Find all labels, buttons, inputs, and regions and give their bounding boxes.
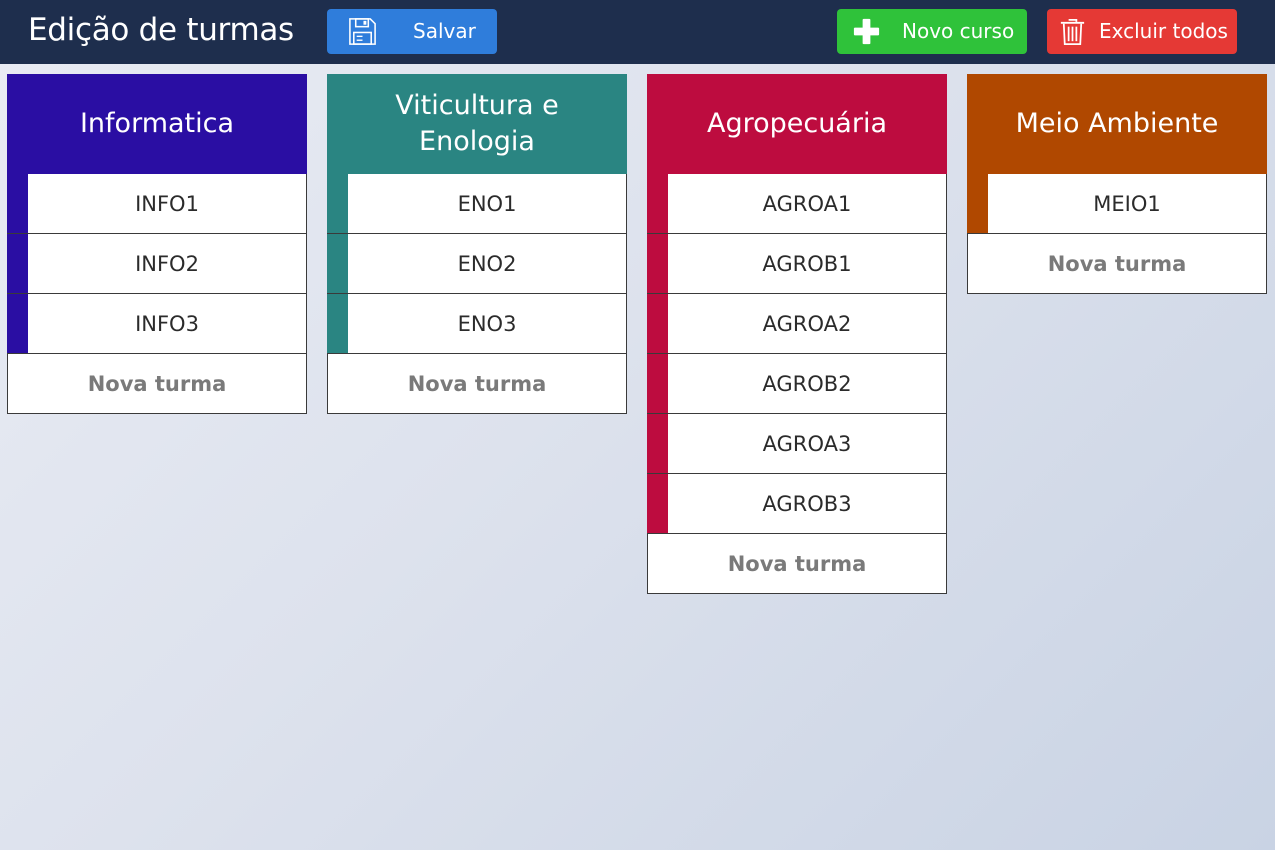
color-stripe [327, 174, 348, 233]
class-label: AGROB3 [762, 491, 852, 516]
class-item[interactable]: ENO2 [327, 234, 627, 294]
color-stripe [7, 234, 28, 293]
color-stripe [647, 174, 668, 233]
new-class-label: Nova turma [1047, 251, 1187, 276]
new-course-button[interactable]: Novo curso [837, 9, 1027, 54]
course-title[interactable]: Informatica [7, 74, 307, 174]
new-class-label: Nova turma [87, 371, 227, 396]
color-stripe [327, 294, 348, 353]
course-title[interactable]: Meio Ambiente [967, 74, 1267, 174]
course-title[interactable]: Viticultura e Enologia [327, 74, 627, 174]
save-button[interactable]: Salvar [327, 9, 497, 54]
save-icon [349, 18, 376, 45]
delete-all-button[interactable]: Excluir todos [1047, 9, 1237, 54]
class-label: AGROA2 [762, 311, 852, 336]
class-label: ENO1 [457, 191, 517, 216]
class-item[interactable]: INFO3 [7, 294, 307, 354]
class-label: AGROA1 [762, 191, 852, 216]
course-title[interactable]: Agropecuária [647, 74, 947, 174]
new-class-button[interactable]: Nova turma [647, 534, 947, 594]
course-column: Meio Ambiente MEIO1 Nova turma [967, 74, 1267, 294]
class-label: INFO3 [135, 311, 199, 336]
plus-icon [853, 18, 880, 45]
course-column: Viticultura e Enologia ENO1 ENO2 ENO3 Nova t… [327, 74, 627, 414]
color-stripe [967, 174, 988, 233]
class-label: AGROB2 [762, 371, 852, 396]
class-item[interactable]: AGROB2 [647, 354, 947, 414]
class-item[interactable]: AGROA2 [647, 294, 947, 354]
color-stripe [647, 354, 668, 413]
color-stripe [7, 174, 28, 233]
class-item[interactable]: INFO2 [7, 234, 307, 294]
class-item[interactable]: AGROA3 [647, 414, 947, 474]
class-item[interactable]: AGROB1 [647, 234, 947, 294]
new-class-label: Nova turma [727, 551, 867, 576]
class-label: AGROA3 [762, 431, 852, 456]
new-class-button[interactable]: Nova turma [7, 354, 307, 414]
top-bar: Edição de turmas Salvar Novo curso Exclu… [0, 0, 1275, 64]
color-stripe [647, 234, 668, 293]
color-stripe [7, 294, 28, 353]
class-label: ENO3 [457, 311, 517, 336]
class-item[interactable]: ENO3 [327, 294, 627, 354]
course-column: Agropecuária AGROA1 AGROB1 AGROA2 AGROB2 AGRO… [647, 74, 947, 594]
new-class-label: Nova turma [407, 371, 547, 396]
class-item[interactable]: INFO1 [7, 174, 307, 234]
class-label: INFO2 [135, 251, 199, 276]
class-item[interactable]: ENO1 [327, 174, 627, 234]
color-stripe [647, 414, 668, 473]
class-label: INFO1 [135, 191, 199, 216]
class-label: AGROB1 [762, 251, 852, 276]
class-label: ENO2 [457, 251, 517, 276]
new-class-button[interactable]: Nova turma [327, 354, 627, 414]
class-item[interactable]: MEIO1 [967, 174, 1267, 234]
class-item[interactable]: AGROB3 [647, 474, 947, 534]
new-class-button[interactable]: Nova turma [967, 234, 1267, 294]
class-label: MEIO1 [1093, 191, 1161, 216]
color-stripe [327, 234, 348, 293]
color-stripe [647, 474, 668, 533]
class-item[interactable]: AGROA1 [647, 174, 947, 234]
course-column: Informatica INFO1 INFO2 INFO3 Nova turma [7, 74, 307, 414]
new-course-label: Novo curso [902, 19, 1015, 43]
delete-all-label: Excluir todos [1099, 19, 1228, 43]
trash-icon [1060, 19, 1085, 45]
page-title: Edição de turmas [28, 12, 294, 48]
color-stripe [647, 294, 668, 353]
save-label: Salvar [413, 19, 476, 43]
